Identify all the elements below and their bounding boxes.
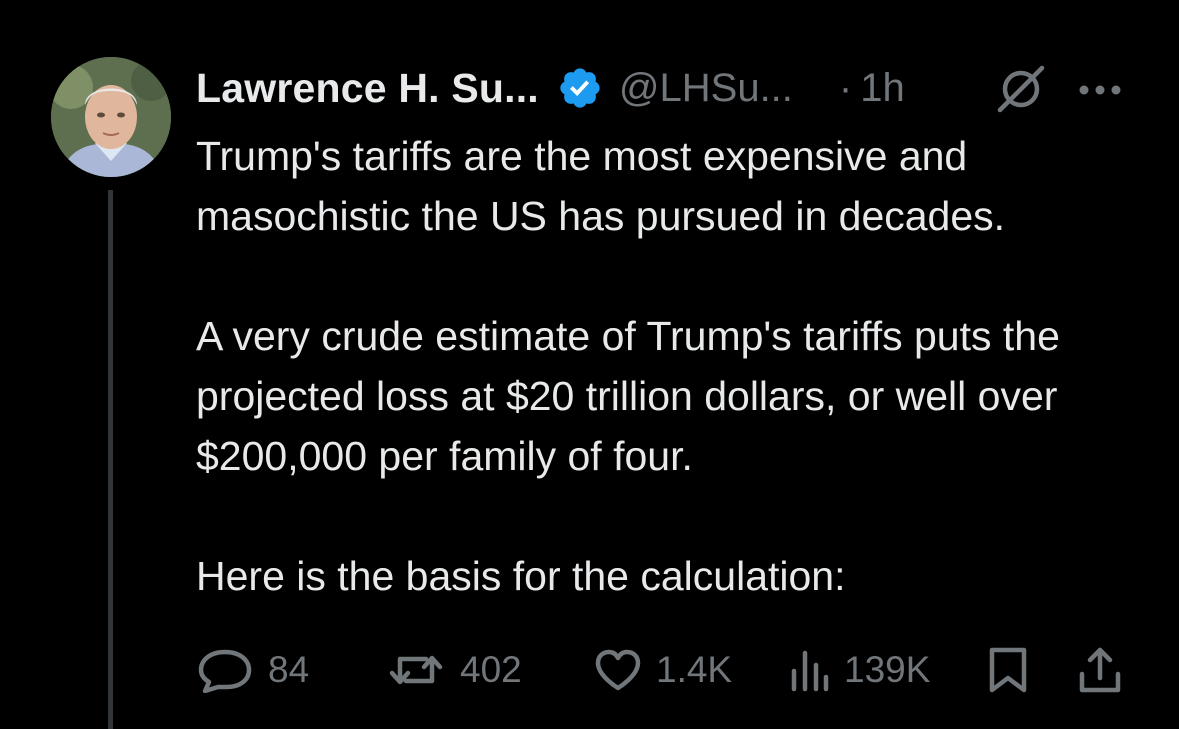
tweet-text: Trump's tariffs are the most expensive a…	[196, 126, 1156, 606]
bookmark-icon	[988, 646, 1028, 694]
views-icon	[790, 647, 830, 693]
views-count: 139K	[844, 649, 931, 690]
avatar-photo	[51, 57, 171, 177]
reply-count: 84	[268, 649, 310, 690]
reply-button[interactable]: 84	[196, 640, 309, 700]
verified-badge-icon	[557, 65, 603, 111]
action-bar: 84 402 1.4K 139K	[196, 640, 1131, 700]
share-icon	[1078, 646, 1122, 694]
grok-icon[interactable]	[994, 64, 1048, 114]
views-button[interactable]: 139K	[790, 640, 930, 700]
tweet-header: Lawrence H. Su... @LHSu... · 1h	[196, 60, 905, 116]
header-separator: ·	[838, 65, 853, 110]
reply-icon	[196, 647, 254, 693]
like-button[interactable]: 1.4K	[594, 640, 732, 700]
like-count: 1.4K	[656, 649, 733, 690]
tweet-paragraph: A very crude estimate of Trump's tariffs…	[196, 313, 1060, 479]
author-name[interactable]: Lawrence H. Su...	[196, 65, 539, 112]
like-icon	[594, 648, 642, 692]
repost-icon	[386, 647, 446, 693]
share-button[interactable]	[1078, 640, 1122, 700]
author-handle[interactable]: @LHSu...	[619, 66, 793, 111]
more-icon[interactable]	[1076, 78, 1124, 102]
repost-count: 402	[460, 649, 522, 690]
tweet-card[interactable]: Lawrence H. Su... @LHSu... · 1h Trump's …	[0, 0, 1179, 729]
tweet-timestamp[interactable]: 1h	[860, 66, 905, 111]
tweet-paragraph: Here is the basis for the calculation:	[196, 553, 846, 599]
avatar[interactable]	[51, 57, 171, 177]
tweet-paragraph: Trump's tariffs are the most expensive a…	[196, 133, 1006, 239]
repost-button[interactable]: 402	[386, 640, 522, 700]
bookmark-button[interactable]	[988, 640, 1028, 700]
thread-line	[108, 190, 113, 729]
